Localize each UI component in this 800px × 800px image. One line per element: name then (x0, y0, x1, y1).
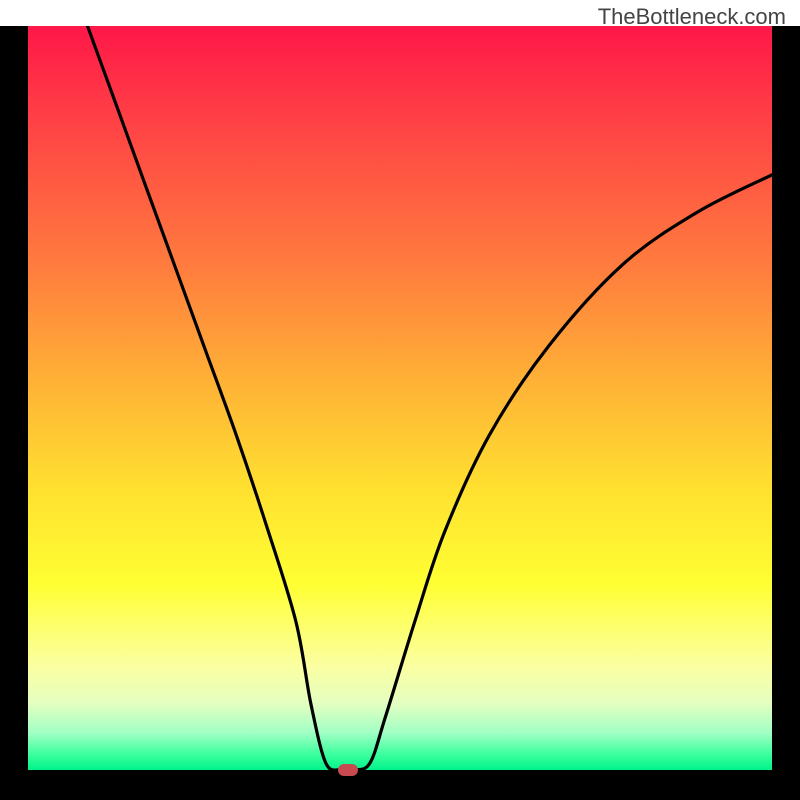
plot-area (28, 26, 772, 770)
chart-container: TheBottleneck.com (0, 0, 800, 800)
optimal-marker (338, 764, 358, 776)
watermark-text: TheBottleneck.com (598, 4, 786, 30)
bottleneck-curve (28, 26, 772, 770)
